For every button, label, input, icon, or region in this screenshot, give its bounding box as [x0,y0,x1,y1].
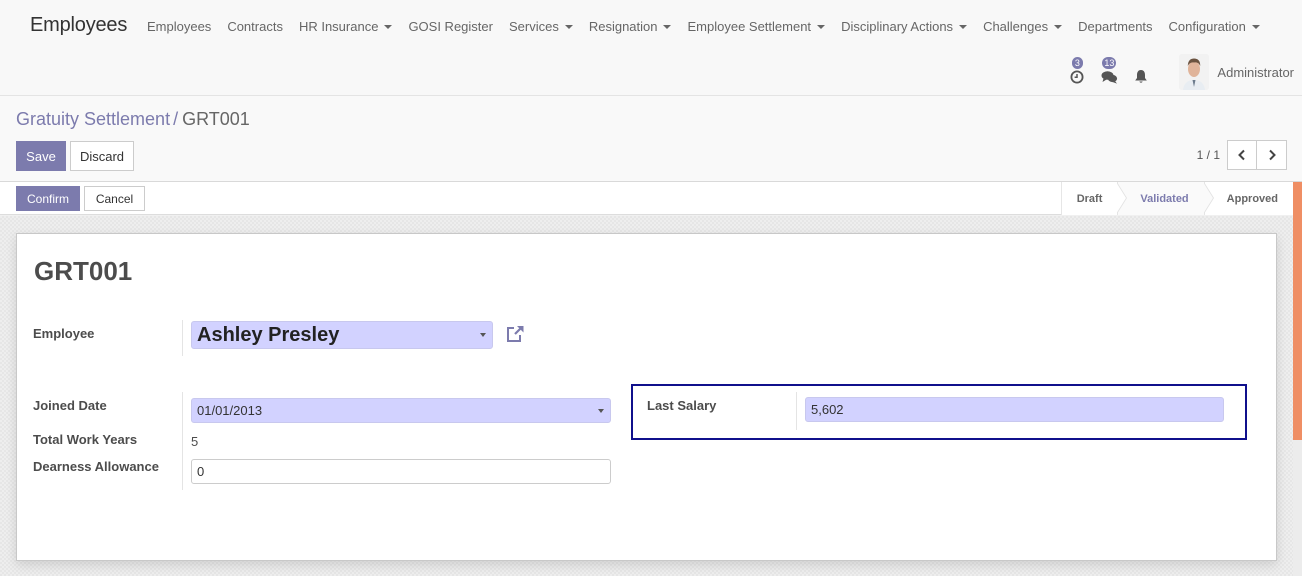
last-salary-label: Last Salary [647,398,717,413]
joined-date-label: Joined Date [33,398,107,413]
caret-down-icon [663,25,672,29]
menu-resignation[interactable]: Resignation [589,19,672,34]
scrollbar-thumb[interactable] [1293,182,1302,440]
label-divider [182,320,183,356]
breadcrumb-current: GRT001 [182,109,250,129]
last-salary-input[interactable]: 5,602 [805,397,1224,422]
control-panel: Gratuity Settlement / GRT001 Save Discard … [0,96,1302,182]
menu-employees[interactable]: Employees [147,19,211,34]
user-avatar[interactable] [1179,54,1210,90]
top-navbar: Employees Employees Contracts HR Insuran… [0,0,1302,96]
caret-down-icon [1251,25,1260,29]
stage-label: Approved [1226,192,1278,205]
employee-value: Ashley Presley [197,323,340,346]
form-sheet: GRT001 Employee Ashley Presley Joined Da… [16,233,1277,561]
stage-label: Validated [1140,192,1189,205]
menu-label: GOSI Register [408,19,493,34]
caret-down-icon [384,25,393,29]
pager: 1 / 1 [1197,140,1287,170]
menu-contracts[interactable]: Contracts [227,19,283,34]
stage-validated[interactable]: Validated [1117,181,1214,215]
label-divider [182,392,183,490]
dearness-allowance-input[interactable]: 0 [191,459,611,484]
menu-label: Employees [147,19,212,34]
stage-arrow [1116,181,1128,214]
comments-icon [1101,71,1118,84]
breadcrumb-separator: / [173,109,179,129]
user-name[interactable]: Administrator [1217,65,1294,80]
menu-label: Services [508,19,559,34]
pager-next-button[interactable] [1257,140,1287,170]
app-title[interactable]: Employees [30,14,127,37]
menu-label: Disciplinary Actions [841,19,954,34]
total-work-years-label: Total Work Years [33,432,138,447]
caret-down-icon [480,333,486,337]
menu-label: Challenges [983,19,1049,34]
menu-label: Departments [1078,19,1153,34]
menu-services[interactable]: Services [509,19,573,34]
breadcrumb-parent[interactable]: Gratuity Settlement [16,109,170,129]
last-salary-group: Last Salary 5,602 [631,384,1247,440]
confirm-button[interactable]: Confirm [16,186,80,211]
menu-label: Configuration [1168,19,1246,34]
dearness-allowance-label: Dearness Allowance [33,459,159,474]
breadcrumb: Gratuity Settlement / GRT001 [16,109,250,130]
stage-arrow [1202,181,1214,214]
pager-previous-button[interactable] [1227,140,1257,170]
menu-configuration[interactable]: Configuration [1169,19,1260,34]
label-divider [796,392,797,430]
caret-down-icon [959,25,968,29]
chevron-left-icon [1238,149,1245,161]
stage-draft[interactable]: Draft [1060,181,1128,215]
joined-date-select[interactable]: 01/01/2013 [191,398,611,423]
cancel-button[interactable]: Cancel [84,186,145,211]
messages-badge: 13 [1102,57,1117,69]
menu-label: Contracts [227,19,283,34]
menu-label: Resignation [588,19,658,34]
dearness-allowance-value: 0 [197,464,205,479]
notifications-menu[interactable] [1125,56,1157,88]
menu-label: Employee Settlement [687,19,812,34]
last-salary-value: 5,602 [811,402,844,417]
avatar-image [1179,54,1210,90]
menu-challenges[interactable]: Challenges [983,19,1063,34]
employee-label: Employee [33,326,95,341]
main-menu: Employees Contracts HR Insurance GOSI Re… [147,19,1276,34]
form-content-area: GRT001 Employee Ashley Presley Joined Da… [0,216,1293,576]
menu-hr-insurance[interactable]: HR Insurance [298,19,393,34]
save-button[interactable]: Save [16,141,66,171]
caret-down-icon [564,25,573,29]
activities-menu[interactable]: 3 [1061,56,1093,88]
bell-icon [1135,70,1148,83]
systray: 3 13 Administrator [1061,52,1294,92]
scrollbar-track[interactable] [1293,440,1302,576]
activities-badge: 3 [1071,57,1083,69]
record-title: GRT001 [34,256,133,286]
caret-down-icon [817,25,826,29]
discard-button[interactable]: Discard [70,141,134,171]
menu-employee-settlement[interactable]: Employee Settlement [687,19,826,34]
total-work-years-value: 5 [191,434,199,449]
menu-disciplinary-actions[interactable]: Disciplinary Actions [841,19,968,34]
status-stages: Draft Validated Approved [1060,181,1293,215]
caret-down-icon [1054,25,1063,29]
menu-departments[interactable]: Departments [1078,19,1152,34]
form-statusbar: Confirm Cancel Draft Validated Approved [0,181,1293,215]
employee-select[interactable]: Ashley Presley [191,321,493,349]
pager-value[interactable]: 1 / 1 [1197,148,1220,162]
caret-down-icon [598,408,604,413]
joined-date-value: 01/01/2013 [197,403,263,418]
chevron-right-icon [1268,149,1276,161]
menu-gosi-register[interactable]: GOSI Register [408,19,493,34]
external-link-icon[interactable] [505,325,525,343]
stage-approved[interactable]: Approved [1203,182,1293,215]
stage-label: Draft [1076,192,1103,205]
clock-icon [1070,70,1084,84]
messages-menu[interactable]: 13 [1093,56,1125,88]
menu-label: HR Insurance [298,19,379,34]
